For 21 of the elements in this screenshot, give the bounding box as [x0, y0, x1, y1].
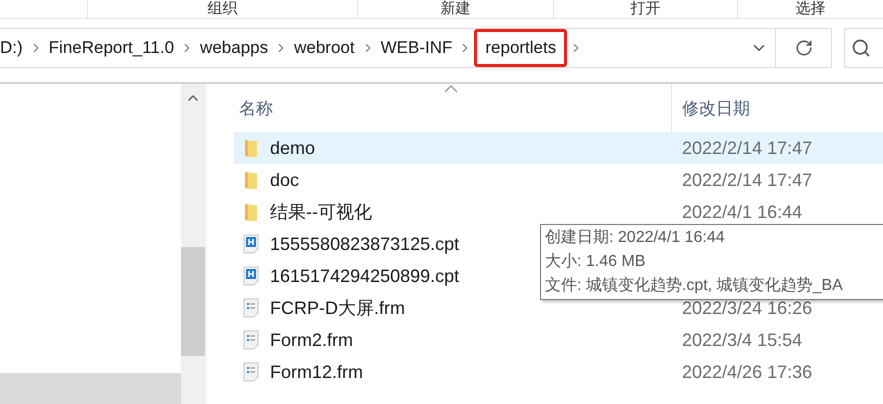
ribbon-group-label: 打开 — [630, 0, 660, 18]
ribbon-group-label: 组织 — [208, 0, 238, 18]
file-name: FCRP-D大屏.frm — [270, 297, 405, 320]
file-name: 1615174294250899.cpt — [270, 266, 460, 286]
file-name: 结果--可视化 — [270, 201, 372, 224]
modified-date: 2022/2/14 17:47 — [682, 170, 812, 190]
modified-date: 2022/3/24 16:26 — [682, 298, 812, 318]
ribbon-group-label: 新建 — [440, 0, 470, 18]
file-name: 1555580823873125.cpt — [270, 234, 460, 254]
modified-date: 2022/4/1 16:44 — [682, 202, 802, 222]
file-name: doc — [270, 170, 300, 190]
tooltip-line: 大小: 1.46 MB — [545, 252, 646, 272]
file-name: demo — [270, 138, 316, 158]
ribbon-group-label: 选择 — [796, 0, 826, 18]
modified-date: 2022/4/26 17:36 — [682, 362, 812, 382]
tooltip-line: 文件: 城镇变化趋势.cpt, 城镇变化趋势_BA — [545, 276, 844, 296]
tooltip-line: 创建日期: 2022/4/1 16:44 — [545, 228, 726, 248]
file-name: Form2.frm — [270, 330, 353, 350]
file-name: Form12.frm — [270, 362, 364, 382]
modified-date: 2022/2/14 17:47 — [682, 138, 812, 158]
modified-date: 2022/3/4 15:54 — [682, 330, 802, 350]
